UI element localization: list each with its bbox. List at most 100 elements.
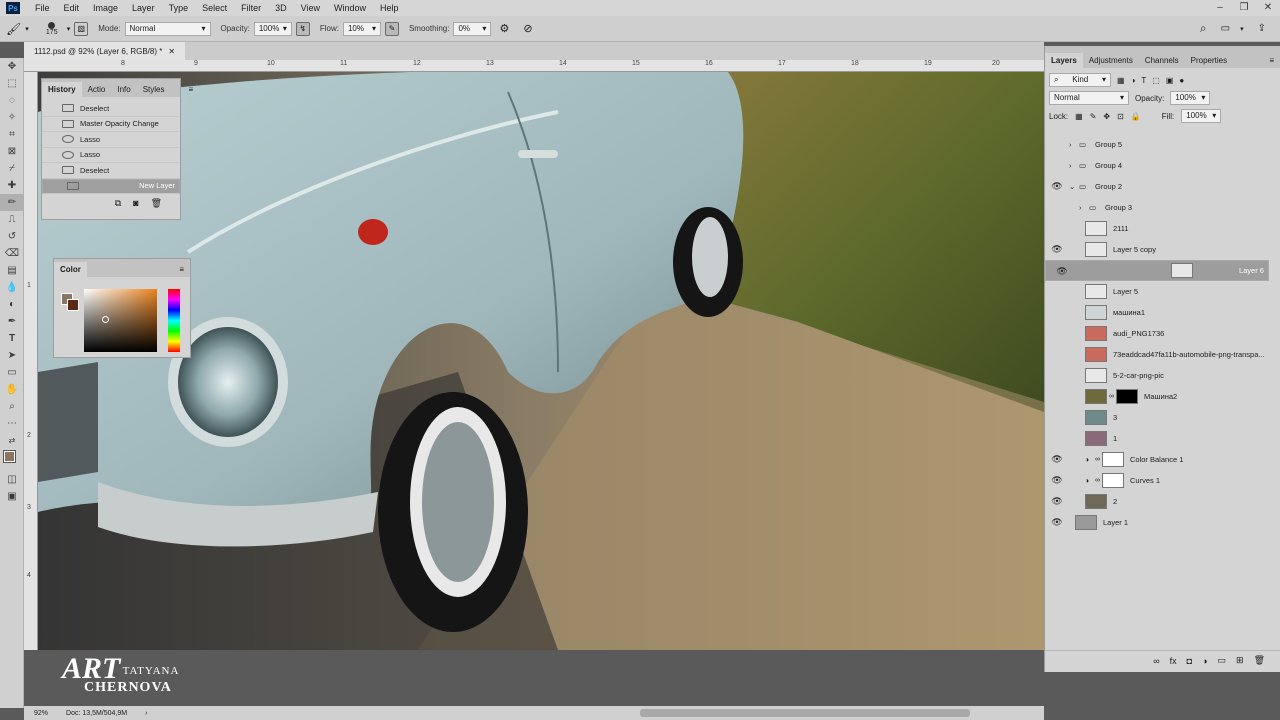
history-brush-tool-icon[interactable]: ↺ [0,228,24,245]
color-field[interactable] [84,289,157,352]
symmetry-icon[interactable]: ⊘ [523,22,532,35]
opacity-input[interactable]: 100% ▾ [253,21,292,36]
lock-all-icon[interactable]: 🔒 [1131,112,1141,121]
rectangle-tool-icon[interactable]: ▭ [0,364,24,381]
link-layers-icon[interactable]: ∞ [1153,656,1159,666]
tab-styles[interactable]: Styles [137,82,171,97]
menu-help[interactable]: Help [373,3,406,13]
chevron-right-icon[interactable]: › [145,710,147,717]
panel-menu-icon[interactable]: ≡ [183,82,200,97]
new-group-icon[interactable]: ▭ [1218,655,1227,666]
tab-color[interactable]: Color [54,262,87,277]
layer-row[interactable]: audi_PNG1736 [1045,323,1269,344]
menu-edit[interactable]: Edit [57,3,87,13]
tab-layers[interactable]: Layers [1045,53,1083,68]
chevron-right-icon[interactable]: › [1069,161,1079,170]
more-tools-icon[interactable]: ⋯ [0,415,24,432]
document-canvas[interactable] [38,72,1044,650]
menu-type[interactable]: Type [162,3,196,13]
layer-row[interactable]: Layer 5 [1045,281,1269,302]
search-icon[interactable]: ⌕ [1200,21,1207,36]
filter-toggle-icon[interactable]: ● [1179,76,1184,85]
layer-row[interactable]: › ▭ Group 4 [1045,155,1269,176]
magic-wand-tool-icon[interactable]: ✧ [0,109,24,126]
background-color-swatch[interactable] [67,299,79,311]
layer-row[interactable]: 5-2-car-png-pic [1045,365,1269,386]
layer-row[interactable]: 👁 2 [1045,491,1269,512]
eye-icon[interactable]: 👁 [1051,454,1063,465]
frame-tool-icon[interactable]: ⊠ [0,143,24,160]
pressure-opacity-icon[interactable]: ↯ [295,21,310,36]
visibility-toggle[interactable] [1051,224,1063,234]
layer-row[interactable]: 👁 ◑ ∞ Color Balance 1 [1045,449,1269,470]
blend-mode-select[interactable]: Normal ▾ [1049,91,1129,105]
menu-window[interactable]: Window [327,3,373,13]
crop-tool-icon[interactable]: ⌗ [0,126,24,143]
gear-icon[interactable]: ⚙ [499,22,509,35]
airbrush-icon[interactable]: ✎ [384,21,399,36]
visibility-toggle[interactable] [1051,287,1063,297]
lock-position-icon[interactable]: ✥ [1103,112,1110,121]
brush-tool-icon[interactable]: 🖌 [6,22,21,36]
zoom-level[interactable]: 92% [34,710,48,717]
chevron-down-icon[interactable]: ▾ [67,25,71,33]
clone-stamp-tool-icon[interactable]: ⎍ [0,211,24,228]
color-swatches[interactable] [0,449,24,471]
history-item[interactable]: Deselect [42,101,180,117]
eye-icon[interactable]: 👁 [1051,496,1063,507]
layer-row-selected[interactable]: 👁 Layer 6 [1045,260,1269,281]
new-document-from-state-icon[interactable]: ⧉ [115,198,121,209]
filter-pixel-icon[interactable]: ▦ [1117,76,1125,85]
camera-icon[interactable]: ◙ [133,198,138,209]
lock-transparent-icon[interactable]: ▦ [1075,112,1083,121]
layer-opacity-input[interactable]: 100% ▾ [1170,91,1211,105]
pen-tool-icon[interactable]: ✒ [0,313,24,330]
eyedropper-tool-icon[interactable]: ⌿ [0,160,24,177]
screen-mode-icon[interactable]: ▣ [0,488,24,505]
flow-input[interactable]: 10% ▾ [342,21,381,36]
close-icon[interactable]: ✕ [1256,0,1280,16]
share-icon[interactable]: ⇪ [1258,23,1266,34]
brush-tool-icon[interactable]: ✏ [0,194,24,211]
swap-colors-icon[interactable]: ⇄ [0,432,24,449]
tab-actions[interactable]: Actio [82,82,112,97]
layer-row[interactable]: 👁 Layer 1 [1045,512,1269,533]
chevron-right-icon[interactable]: › [1069,140,1079,149]
tab-adjustments[interactable]: Adjustments [1083,53,1139,68]
mode-select[interactable]: Normal ▾ [124,21,211,36]
workspace-icon[interactable]: ▭ [1221,23,1230,34]
tab-properties[interactable]: Properties [1185,53,1233,68]
eye-icon[interactable]: 👁 [1051,244,1063,255]
filter-smart-object-icon[interactable]: ▣ [1166,76,1174,85]
eraser-tool-icon[interactable]: ⌫ [0,245,24,262]
blur-tool-icon[interactable]: 💧 [0,279,24,296]
layer-row[interactable]: ∞ Машина2 [1045,386,1269,407]
visibility-toggle[interactable] [1051,203,1063,213]
zoom-tool-icon[interactable]: ⌕ [0,398,24,415]
brush-preset-picker[interactable]: 175 [41,21,63,36]
layer-row[interactable]: › ▭ Group 5 [1045,134,1269,155]
quick-mask-icon[interactable]: ◫ [0,471,24,488]
minimize-icon[interactable]: – [1208,0,1232,16]
menu-file[interactable]: File [28,3,57,13]
visibility-toggle[interactable] [1051,434,1063,444]
panel-menu-icon[interactable]: ≡ [1263,53,1280,68]
chevron-down-icon[interactable]: ⌄ [1069,182,1079,191]
trash-icon[interactable]: 🗑 [151,198,162,209]
marquee-tool-icon[interactable]: ⬚ [0,75,24,92]
hue-slider[interactable] [168,289,180,352]
lock-pixels-icon[interactable]: ✎ [1090,112,1097,121]
history-item[interactable]: Master Opacity Change [42,117,180,132]
layer-row[interactable]: 1 [1045,428,1269,449]
layer-row[interactable]: 2111 [1045,218,1269,239]
healing-brush-tool-icon[interactable]: ✚ [0,177,24,194]
layer-row[interactable]: 👁 ◑ ∞ Curves 1 [1045,470,1269,491]
lasso-tool-icon[interactable]: ◌ [0,92,24,109]
hand-tool-icon[interactable]: ✋ [0,381,24,398]
filter-adjustment-icon[interactable]: ◑ [1131,76,1136,85]
lock-artboard-icon[interactable]: ⊡ [1117,112,1124,121]
eye-icon[interactable]: 👁 [1051,517,1063,528]
close-icon[interactable]: ✕ [168,47,175,56]
visibility-toggle[interactable] [1051,161,1063,171]
layer-row[interactable]: 👁 Layer 5 copy [1045,239,1269,260]
